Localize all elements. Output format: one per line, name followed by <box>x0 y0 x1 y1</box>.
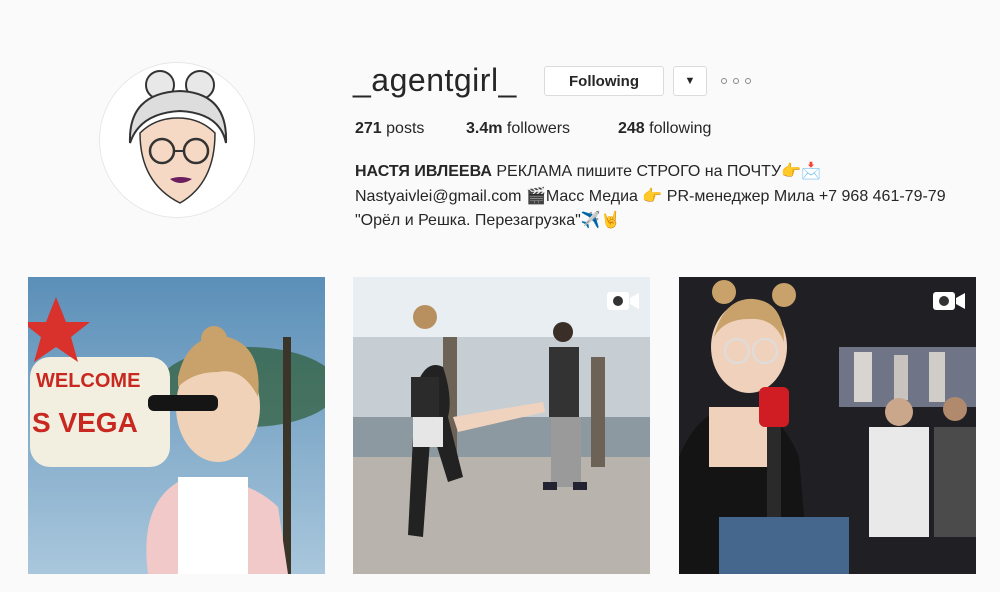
avatar-illustration <box>100 63 254 217</box>
ellipsis-icon <box>721 78 727 84</box>
posts-count: 271 posts <box>355 120 424 138</box>
more-options-button[interactable] <box>721 71 751 91</box>
profile-bio: НАСТЯ ИВЛЕЕВА РЕКЛАМА пишите СТРОГО на П… <box>355 160 946 234</box>
bio-text-1: РЕКЛАМА пишите СТРОГО на ПОЧТУ👉📩 <box>496 163 821 180</box>
bio-line-1: НАСТЯ ИВЛЕЕВА РЕКЛАМА пишите СТРОГО на П… <box>355 160 946 185</box>
post-image-1: WELCOME S VEGA <box>28 277 325 574</box>
svg-text:WELCOME: WELCOME <box>36 370 140 392</box>
following-count-label: following <box>649 120 712 137</box>
following-count-value: 248 <box>618 120 645 137</box>
video-camera-icon <box>607 292 639 310</box>
post-thumbnail[interactable] <box>353 277 650 574</box>
post-thumbnail[interactable]: WELCOME S VEGA <box>28 277 325 574</box>
bio-line-2: Nastyaivlei@gmail.com 🎬Масс Медиа 👉 PR-м… <box>355 187 946 205</box>
following-link[interactable]: 248 following <box>618 120 711 138</box>
followers-count-value: 3.4m <box>466 120 503 137</box>
post-image-2 <box>353 277 650 574</box>
svg-text:S VEGA: S VEGA <box>32 407 138 438</box>
posts-count-value: 271 <box>355 120 382 137</box>
video-camera-icon <box>933 292 965 310</box>
following-button[interactable]: Following <box>544 66 664 96</box>
followers-link[interactable]: 3.4m followers <box>466 120 570 138</box>
full-name: НАСТЯ ИВЛЕЕВА <box>355 163 492 180</box>
follow-dropdown-button[interactable]: ▼ <box>673 66 707 96</box>
posts-count-label: posts <box>386 120 425 137</box>
post-image-3 <box>679 277 976 574</box>
post-thumbnail[interactable] <box>679 277 976 574</box>
caret-down-icon: ▼ <box>684 75 696 87</box>
profile-avatar[interactable] <box>99 62 255 218</box>
profile-username: _agentgirl_ <box>353 62 517 98</box>
bio-line-3: "Орёл и Решка. Перезагрузка"✈️🤘 <box>355 212 621 229</box>
followers-count-label: followers <box>506 120 571 137</box>
